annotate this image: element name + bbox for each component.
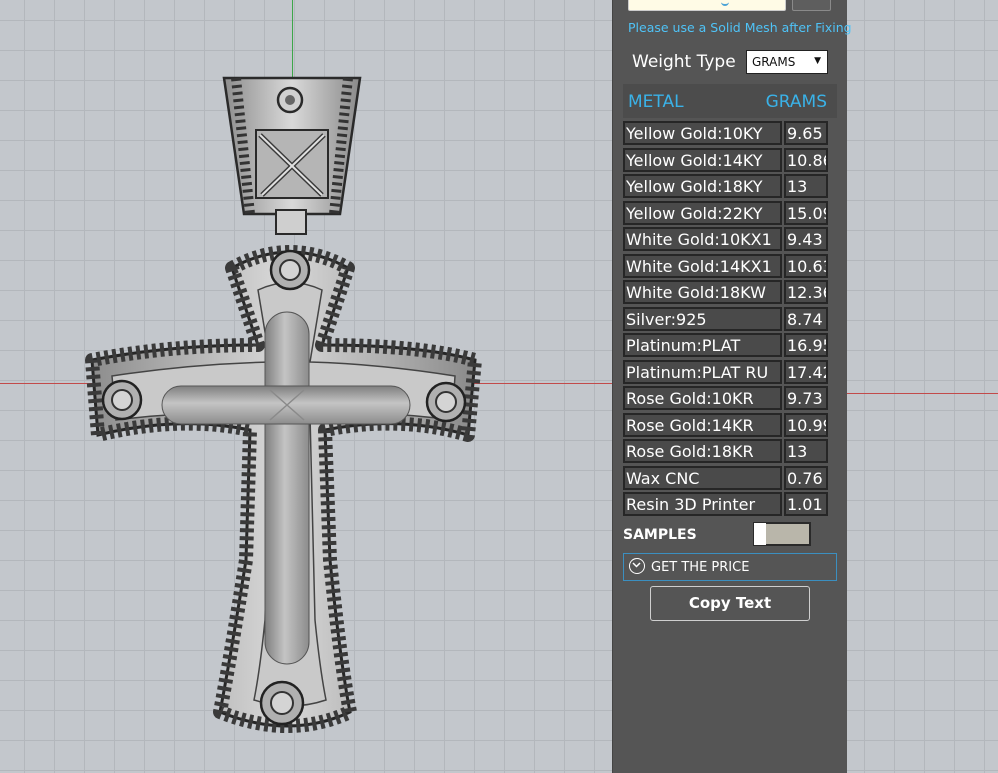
get-price-expander[interactable]: GET THE PRICE bbox=[623, 553, 837, 581]
column-header-metal: METAL bbox=[628, 92, 684, 112]
metal-name: Yellow Gold:18KY bbox=[623, 174, 782, 198]
get-price-label: GET THE PRICE bbox=[651, 560, 750, 575]
metal-name: Yellow Gold:22KY bbox=[623, 200, 782, 225]
samples-label: SAMPLES bbox=[623, 527, 697, 543]
cross-pendant-model[interactable] bbox=[0, 0, 612, 773]
weight-type-value: GRAMS bbox=[752, 55, 796, 69]
metal-name: Platinum:PLAT RU bbox=[623, 359, 782, 384]
metal-name: Rose Gold:18KR bbox=[623, 439, 782, 463]
weight-type-label: Weight Type bbox=[632, 52, 736, 72]
weight-type-select[interactable]: GRAMS ▼ bbox=[746, 50, 828, 74]
metal-weight[interactable]: 9.65 bbox=[784, 121, 828, 145]
metal-weight[interactable]: 1.01 bbox=[784, 492, 828, 516]
stone-setting-left bbox=[101, 379, 143, 421]
metal-weight[interactable]: 0.76 bbox=[784, 465, 828, 490]
circle-chevron-down-icon bbox=[629, 558, 645, 574]
cross-body bbox=[85, 245, 482, 733]
metal-weight[interactable]: 10.63 bbox=[784, 253, 828, 278]
3d-viewport[interactable] bbox=[0, 0, 612, 773]
stone-setting-top bbox=[269, 249, 311, 291]
metal-weight[interactable]: 15.09 bbox=[784, 200, 828, 225]
weight-panel: Please use a Solid Mesh after Fixing Wei… bbox=[612, 0, 852, 773]
metal-name: Silver:925 bbox=[623, 306, 782, 331]
metal-name: Rose Gold:14KR bbox=[623, 412, 782, 437]
stone-setting-right bbox=[425, 381, 467, 423]
metal-weight[interactable]: 10.99 bbox=[784, 412, 828, 437]
column-header-grams: GRAMS bbox=[765, 92, 827, 112]
metal-name: Yellow Gold:10KY bbox=[623, 121, 782, 145]
stone-setting-bottom bbox=[259, 680, 305, 726]
metal-weight[interactable]: 12.36 bbox=[784, 280, 828, 304]
metal-name: White Gold:18KW bbox=[623, 280, 782, 304]
x-axis-line-right bbox=[847, 393, 998, 394]
metal-weight[interactable]: 17.42 bbox=[784, 359, 828, 384]
3d-viewport-right[interactable] bbox=[847, 0, 998, 773]
metal-name: Platinum:PLAT bbox=[623, 333, 782, 357]
metal-name: Wax CNC bbox=[623, 465, 782, 490]
bail bbox=[222, 76, 362, 235]
top-input-field[interactable] bbox=[628, 0, 786, 11]
hint-text: Please use a Solid Mesh after Fixing bbox=[628, 20, 852, 35]
chevron-down-icon: ▼ bbox=[814, 56, 821, 66]
metal-weight[interactable]: 9.73 bbox=[784, 386, 828, 410]
metal-weight[interactable]: 13 bbox=[784, 174, 828, 198]
metal-table-header: METAL GRAMS bbox=[623, 84, 837, 118]
top-button[interactable] bbox=[792, 0, 831, 11]
toggle-knob[interactable] bbox=[754, 523, 766, 545]
metal-name: Yellow Gold:14KY bbox=[623, 147, 782, 172]
metal-name: White Gold:10KX1 bbox=[623, 227, 782, 251]
metal-name: Rose Gold:10KR bbox=[623, 386, 782, 410]
metal-name: White Gold:14KX1 bbox=[623, 253, 782, 278]
metal-weight[interactable]: 10.86 bbox=[784, 147, 828, 172]
copy-text-button[interactable]: Copy Text bbox=[650, 586, 810, 621]
metal-weight[interactable]: 13 bbox=[784, 439, 828, 463]
metal-weight[interactable]: 16.95 bbox=[784, 333, 828, 357]
metal-weight[interactable]: 8.74 bbox=[784, 306, 828, 331]
samples-toggle[interactable] bbox=[753, 522, 811, 546]
metal-weight[interactable]: 9.43 bbox=[784, 227, 828, 251]
metal-name: Resin 3D Printer bbox=[623, 492, 782, 516]
